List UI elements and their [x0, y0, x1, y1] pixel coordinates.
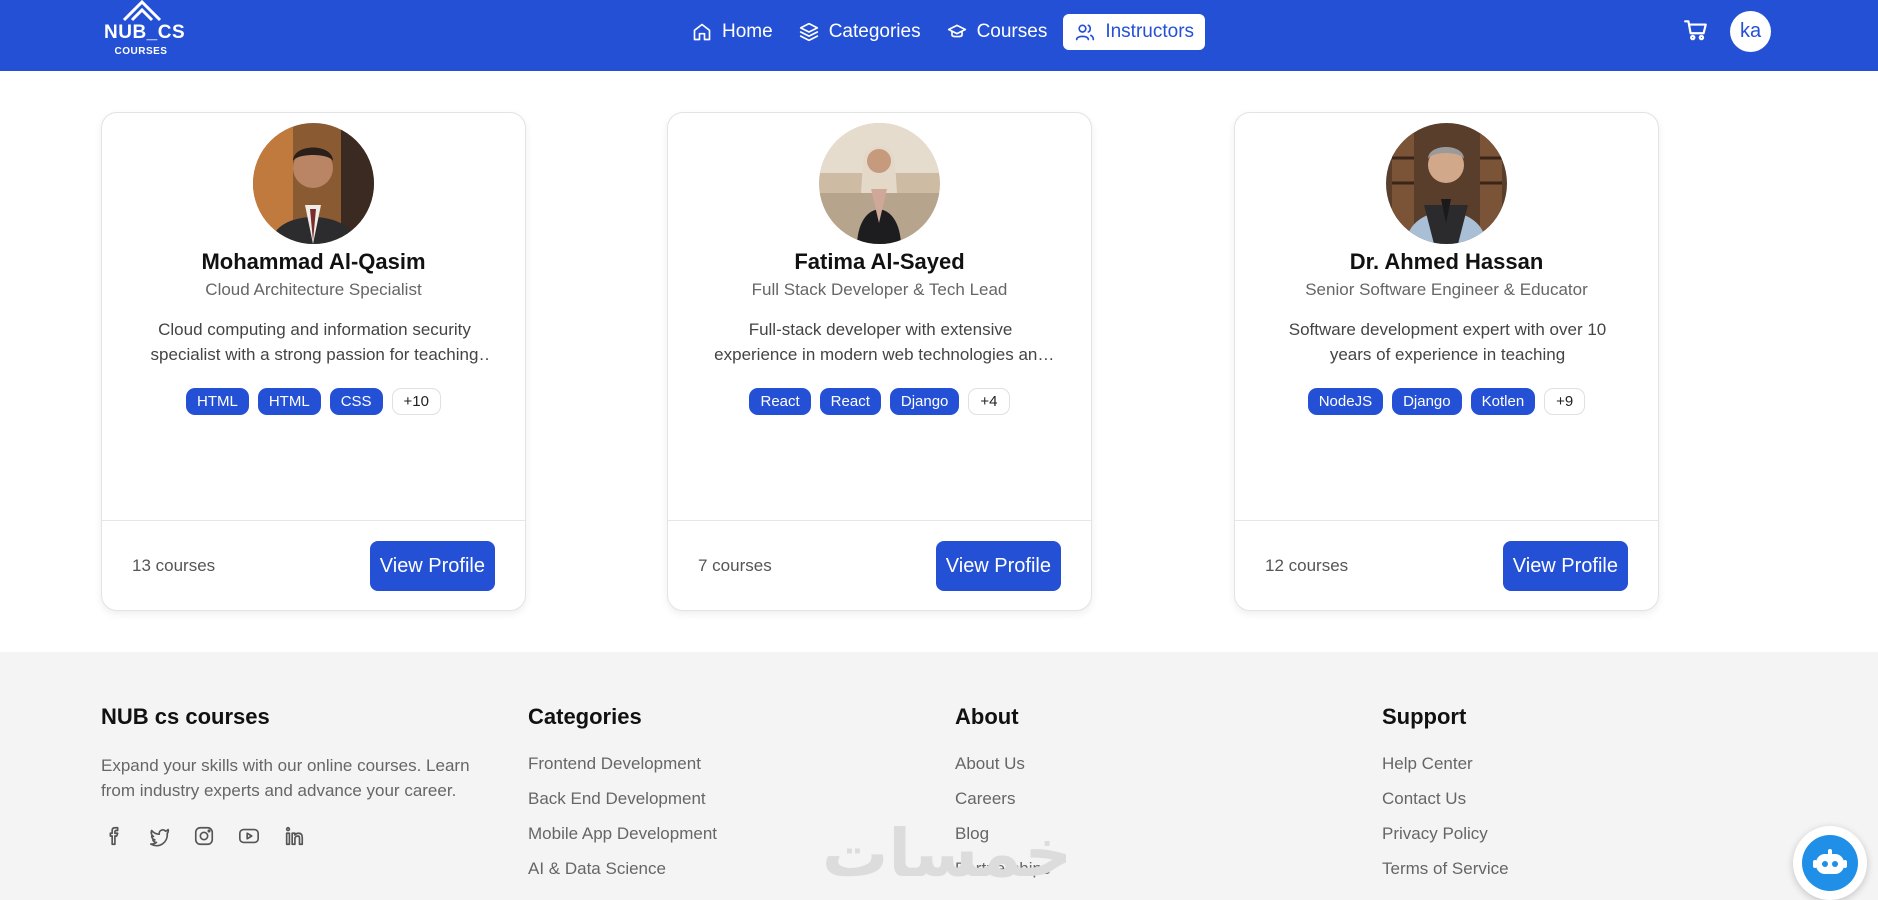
nav-instructors-label: Instructors — [1105, 21, 1195, 42]
instructor-name: Mohammad Al-Qasim — [201, 249, 426, 274]
instructor-role: Full Stack Developer & Tech Lead — [751, 280, 1008, 299]
footer-brand-text: Expand your skills with our online cours… — [101, 756, 470, 800]
course-count: 13 courses — [132, 556, 216, 575]
card-divider — [1235, 520, 1658, 521]
social-links — [101, 823, 501, 849]
footer-support-column: Support Help Center Contact Us Privacy P… — [1382, 704, 1509, 893]
instructor-card: Dr. Ahmed Hassan Senior Software Enginee… — [1234, 112, 1659, 611]
instructor-photo — [819, 123, 940, 244]
footer-about-title: About — [955, 704, 1019, 729]
chatbot-inner — [1802, 835, 1858, 891]
footer-link[interactable]: Terms of Service — [1382, 858, 1509, 879]
footer-link[interactable]: Careers — [955, 788, 1050, 809]
instructor-role: Senior Software Engineer & Educator — [1305, 280, 1588, 299]
instructor-description: Software development expert with over 10… — [1288, 320, 1607, 364]
footer-link[interactable]: Help Center — [1382, 753, 1509, 774]
skill-tag: CSS — [329, 388, 383, 415]
more-skills-badge: +9 — [1544, 388, 1586, 415]
card-divider — [102, 520, 525, 521]
nav-instructors[interactable]: Instructors — [1063, 14, 1206, 50]
view-profile-button[interactable]: View Profile — [369, 541, 495, 591]
footer-brand-column: NUB cs courses Expand your skills with o… — [101, 704, 501, 849]
footer-link[interactable]: Privacy Policy — [1382, 823, 1509, 844]
nav-categories-label: Categories — [828, 21, 921, 42]
watermark: خمسات — [822, 816, 1073, 890]
robot-icon — [1813, 849, 1847, 874]
footer-link[interactable]: Contact Us — [1382, 788, 1509, 809]
instructor-photo — [253, 123, 374, 244]
skill-tags: React React Django +4 — [668, 388, 1091, 415]
footer-categories-column: Categories Frontend Development Back End… — [528, 704, 717, 893]
twitter-icon[interactable] — [146, 823, 172, 849]
footer-link[interactable]: Back End Development — [528, 788, 717, 809]
users-icon — [1076, 24, 1095, 41]
footer-categories-title: Categories — [528, 704, 642, 729]
chatbot-button[interactable] — [1793, 826, 1867, 900]
footer-link[interactable]: Mobile App Development — [528, 823, 717, 844]
view-profile-button[interactable]: View Profile — [1502, 541, 1628, 591]
linkedin-icon[interactable] — [281, 823, 307, 849]
more-skills-badge: +10 — [391, 388, 441, 415]
skill-tag: NodeJS — [1307, 388, 1384, 415]
instructor-name: Dr. Ahmed Hassan — [1349, 249, 1544, 274]
top-navbar: NUB_CS COURSES Home Categories Courses I… — [0, 0, 1878, 71]
footer-link[interactable]: Frontend Development — [528, 753, 717, 774]
graduation-cap-icon — [947, 24, 966, 38]
footer-link[interactable]: AI & Data Science — [528, 858, 717, 879]
instructor-role: Cloud Architecture Specialist — [205, 280, 422, 299]
brand-subtitle: COURSES — [114, 46, 168, 57]
nav-links: Home Categories Courses Instructors — [682, 14, 1206, 50]
footer-link[interactable]: About Us — [955, 753, 1050, 774]
youtube-icon[interactable] — [236, 823, 262, 849]
skill-tag: Django — [1392, 388, 1462, 415]
instructor-description: Full-stack developer with extensive expe… — [714, 320, 1047, 364]
skill-tag: Django — [889, 388, 960, 415]
instructor-photo — [1386, 123, 1507, 244]
instructor-name: Fatima Al-Sayed — [794, 249, 965, 274]
more-skills-badge: +4 — [968, 388, 1010, 415]
skill-tag: Kotlen — [1470, 388, 1536, 415]
facebook-icon[interactable] — [101, 823, 127, 849]
skill-tags: NodeJS Django Kotlen +9 — [1235, 388, 1658, 415]
instagram-icon[interactable] — [191, 823, 217, 849]
instructor-card: Mohammad Al-Qasim Cloud Architecture Spe… — [101, 112, 526, 611]
skill-tag: HTML — [257, 388, 321, 415]
nav-categories[interactable]: Categories — [789, 14, 931, 50]
nav-home[interactable]: Home — [682, 14, 783, 50]
brand-title: NUB_CS — [104, 22, 186, 43]
logo-mark-icon — [122, 0, 162, 22]
nav-courses-label: Courses — [976, 21, 1048, 42]
brand-logo[interactable]: NUB_CS COURSES — [100, 0, 186, 60]
home-icon — [693, 23, 711, 41]
instructor-description: Cloud computing and information security… — [150, 320, 479, 364]
user-avatar[interactable]: ka — [1730, 11, 1771, 52]
instructor-card: Fatima Al-Sayed Full Stack Developer & T… — [667, 112, 1092, 611]
card-divider — [668, 520, 1091, 521]
cart-icon[interactable] — [1683, 17, 1709, 43]
footer-brand-title: NUB cs courses — [101, 704, 270, 729]
layers-icon — [799, 22, 818, 42]
skill-tag: HTML — [186, 388, 249, 415]
nav-courses[interactable]: Courses — [937, 14, 1058, 50]
view-profile-button[interactable]: View Profile — [935, 541, 1061, 591]
course-count: 7 courses — [698, 556, 772, 575]
footer-support-title: Support — [1382, 704, 1467, 729]
skill-tag: React — [819, 388, 881, 415]
skill-tag: React — [749, 388, 811, 415]
nav-home-label: Home — [722, 21, 773, 42]
skill-tags: HTML HTML CSS +10 — [102, 388, 525, 415]
course-count: 12 courses — [1265, 556, 1349, 575]
